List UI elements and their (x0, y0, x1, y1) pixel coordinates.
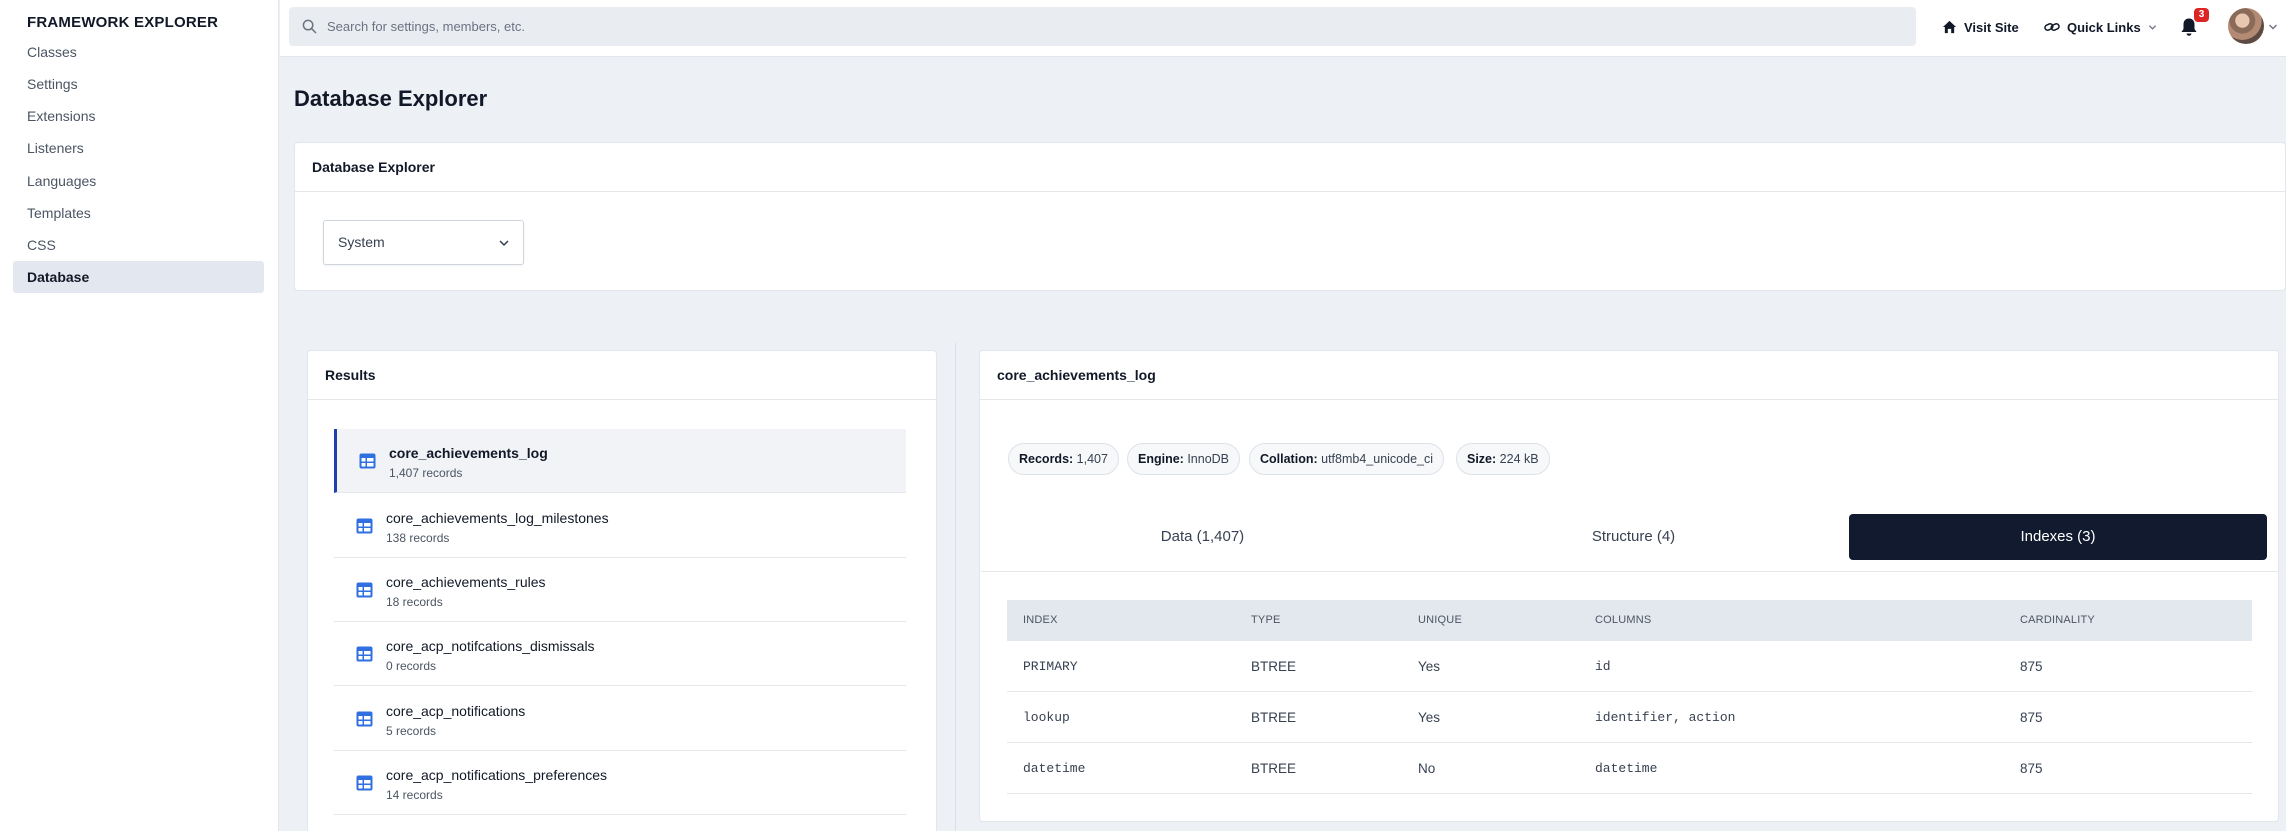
table-icon (356, 646, 373, 662)
pill-label: Size: (1467, 452, 1497, 466)
link-icon (2044, 23, 2060, 31)
result-count: 18 records (386, 595, 443, 609)
collation-pill: Collation: utf8mb4_unicode_ci (1249, 443, 1445, 475)
sidebar-item-extensions[interactable]: Extensions (13, 100, 264, 132)
cell-type: BTREE (1251, 659, 1297, 674)
pill-value: 1,407 (1076, 452, 1108, 466)
table-row: PRIMARY BTREE Yes id 875 (1007, 641, 2252, 692)
column-header-columns: COLUMNS (1595, 614, 1652, 626)
notification-badge: 3 (2194, 8, 2209, 22)
sidebar-item-settings[interactable]: Settings (13, 68, 264, 100)
result-name: core_achievements_rules (386, 574, 546, 590)
sidebar: FRAMEWORK EXPLORER Classes Settings Exte… (0, 0, 279, 831)
cell-index: lookup (1023, 710, 1070, 725)
card-title: Database Explorer (295, 143, 2285, 192)
results-card: Results core_achievements_log 1,407 reco… (307, 350, 937, 831)
top-bar: Visit Site Quick Links 3 (280, 0, 2286, 57)
table-icon (356, 775, 373, 791)
table-icon (356, 582, 373, 598)
sidebar-item-classes[interactable]: Classes (13, 36, 264, 68)
cell-cardinality: 875 (2020, 659, 2043, 674)
pill-value: InnoDB (1187, 452, 1230, 466)
quick-links-label: Quick Links (2067, 19, 2141, 35)
avatar[interactable] (2228, 8, 2264, 44)
cell-unique: Yes (1418, 659, 1441, 674)
result-item[interactable]: core_achievements_log 1,407 records (334, 429, 906, 493)
engine-pill: Engine: InnoDB (1127, 443, 1241, 475)
pill-label: Collation: (1260, 452, 1318, 466)
result-item[interactable]: core_achievements_rules 18 records (334, 558, 906, 622)
pill-label: Engine: (1138, 452, 1184, 466)
result-count: 0 records (386, 659, 437, 673)
tab-indexes[interactable]: Indexes (3) (1849, 514, 2267, 560)
search-input[interactable] (327, 7, 1897, 46)
home-icon (1942, 20, 1957, 34)
chevron-down-icon (2148, 24, 2156, 30)
pill-label: Records: (1019, 452, 1074, 466)
chevron-down-icon (499, 240, 509, 247)
result-name: core_achievements_log (389, 445, 548, 461)
result-name: core_acp_notifications_preferences (386, 767, 608, 783)
sidebar-title: FRAMEWORK EXPLORER (27, 14, 219, 31)
cell-index: PRIMARY (1023, 659, 1078, 674)
result-count: 14 records (386, 788, 443, 802)
column-header-type: TYPE (1251, 614, 1281, 626)
column-header-index: INDEX (1023, 614, 1058, 626)
table-icon (356, 518, 373, 534)
result-name: core_acp_notifcations_dismissals (386, 638, 595, 654)
database-select[interactable]: System (323, 220, 524, 265)
sidebar-item-listeners[interactable]: Listeners (13, 132, 264, 164)
cell-cardinality: 875 (2020, 761, 2043, 776)
cell-columns: datetime (1595, 761, 1658, 776)
sidebar-item-templates[interactable]: Templates (13, 197, 264, 229)
sidebar-item-database[interactable]: Database (13, 261, 264, 293)
table-row: datetime BTREE No datetime 875 (1007, 743, 2252, 794)
cell-cardinality: 875 (2020, 710, 2043, 725)
pill-value: utf8mb4_unicode_ci (1321, 452, 1434, 466)
result-count: 138 records (386, 531, 450, 545)
cell-columns: identifier, action (1595, 710, 1736, 725)
result-count: 1,407 records (389, 466, 463, 480)
result-item[interactable]: core_acp_notifications_preferences 14 re… (334, 751, 906, 815)
column-header-cardinality: CARDINALITY (2020, 614, 2095, 626)
tab-structure[interactable]: Structure (4) (1418, 514, 1849, 560)
records-pill: Records: 1,407 (1008, 443, 1119, 475)
panel-divider (955, 343, 956, 831)
result-count: 5 records (386, 724, 437, 738)
table-row: lookup BTREE Yes identifier, action 875 (1007, 692, 2252, 743)
table-header: INDEX TYPE UNIQUE COLUMNS CARDINALITY (1007, 600, 2252, 641)
table-icon (359, 453, 376, 469)
sidebar-item-languages[interactable]: Languages (13, 165, 264, 197)
page-title: Database Explorer (294, 86, 488, 111)
sidebar-item-css[interactable]: CSS (13, 229, 264, 261)
result-item[interactable]: core_achievements_log_milestones 138 rec… (334, 494, 906, 558)
visit-site-label: Visit Site (1964, 19, 2019, 35)
result-name: core_acp_notifications (386, 703, 526, 719)
column-header-unique: UNIQUE (1418, 614, 1462, 626)
result-item[interactable]: core_acp_notifications 5 records (334, 687, 906, 751)
search-icon (302, 19, 317, 34)
search-box[interactable] (289, 7, 1916, 46)
pill-value: 224 kB (1499, 452, 1539, 466)
detail-title: core_achievements_log (980, 351, 2278, 400)
result-item[interactable]: core_acp_notifcations_dismissals 0 recor… (334, 622, 906, 686)
result-name: core_achievements_log_milestones (386, 510, 609, 526)
cell-columns: id (1595, 659, 1611, 674)
cell-type: BTREE (1251, 761, 1297, 776)
database-explorer-card: Database Explorer System (294, 142, 2286, 291)
chevron-down-icon[interactable] (2268, 22, 2278, 32)
visit-site-button[interactable]: Visit Site (1942, 0, 2019, 54)
cell-type: BTREE (1251, 710, 1297, 725)
database-select-value: System (338, 234, 385, 250)
tab-data[interactable]: Data (1,407) (987, 514, 1418, 560)
tabs-divider (981, 571, 2278, 572)
cell-unique: Yes (1418, 710, 1441, 725)
size-pill: Size: 224 kB (1456, 443, 1550, 475)
cell-index: datetime (1023, 761, 1086, 776)
table-icon (356, 711, 373, 727)
results-title: Results (308, 351, 936, 400)
quick-links-button[interactable]: Quick Links (2044, 0, 2157, 54)
cell-unique: No (1418, 761, 1436, 776)
